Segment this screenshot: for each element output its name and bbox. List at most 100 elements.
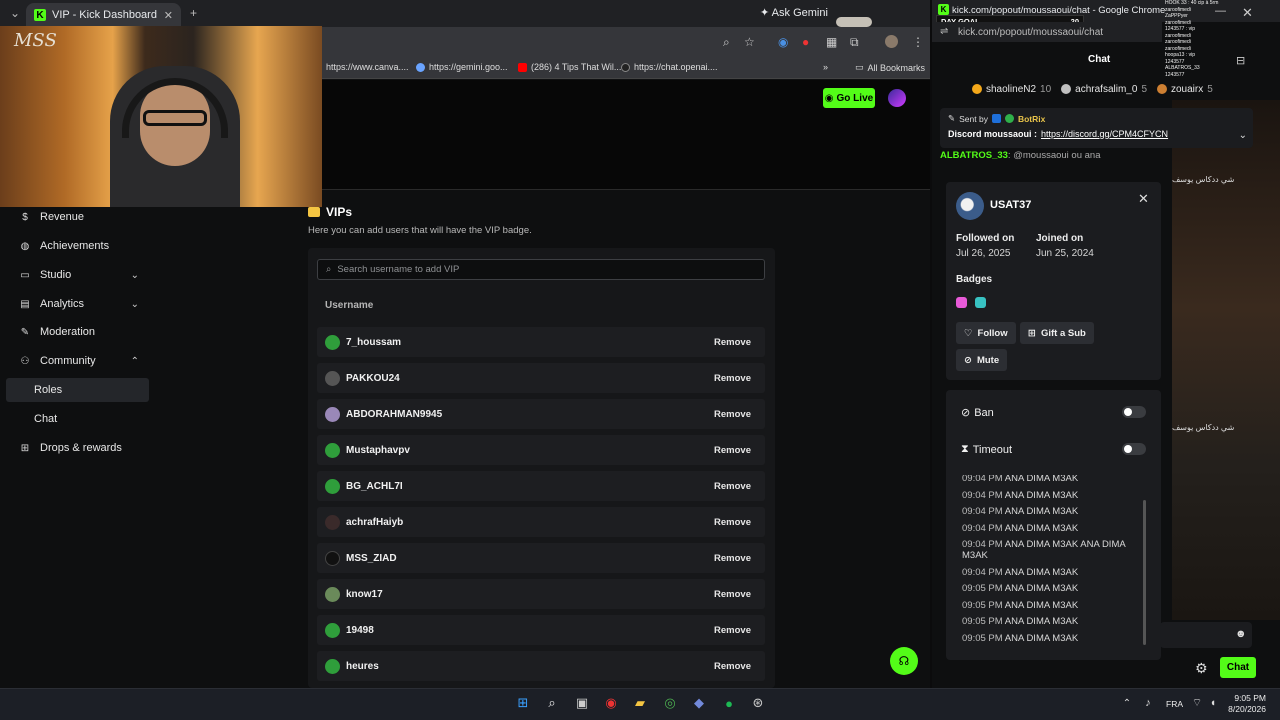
mute-button[interactable]: ⊘ Mute — [956, 349, 1008, 371]
search-icon: ⌕ — [326, 264, 332, 275]
sidebar-item-roles[interactable]: Roles — [6, 378, 149, 402]
tab-kick-dashboard[interactable]: K VIP - Kick Dashboard ✕ — [26, 3, 181, 27]
message-text: ANA DIMA M3AK — [1004, 583, 1079, 594]
sidebar-item-community[interactable]: ⚇ Community ⌃ — [6, 349, 149, 373]
chrome-icon[interactable]: ◎ — [661, 694, 679, 712]
microphone-icon[interactable]: ♪ — [1139, 694, 1157, 712]
tray-overflow-icon[interactable]: ⌃ — [1118, 694, 1136, 712]
message-time: 09:04 PM — [962, 475, 1003, 484]
leader-entry[interactable]: achrafsalim_0 5 — [1061, 84, 1147, 95]
vip-username: MSS_ZIAD — [346, 552, 397, 564]
bot-badge-icon — [991, 114, 1001, 123]
vip-search-input[interactable]: ⌕ Search username to add VIP — [317, 259, 765, 280]
list-item: 09:05 PM ANA DIMA M3AK — [956, 583, 1146, 594]
sidebar-item-chat[interactable]: Chat — [6, 407, 149, 431]
webcam-overlay: MSS — [0, 26, 322, 207]
site-settings-icon[interactable]: ⇌ — [940, 26, 948, 37]
bookmark-openai[interactable]: https://chat.openai.... — [621, 62, 718, 72]
sidebar-item-label: Analytics — [40, 298, 85, 310]
new-tab-icon[interactable]: + — [190, 6, 197, 20]
windows-start-icon[interactable]: ⊞ — [514, 694, 532, 712]
discord-icon[interactable]: ◆ — [690, 694, 708, 712]
webcam-logo: MSS — [14, 30, 57, 51]
steam-icon[interactable]: ⊛ — [749, 694, 767, 712]
avatar[interactable] — [888, 89, 906, 107]
timeout-toggle[interactable] — [1122, 443, 1146, 455]
volume-icon[interactable]: ◖ — [1204, 694, 1222, 712]
remove-button[interactable]: Remove — [714, 589, 751, 600]
remove-button[interactable]: Remove — [714, 481, 751, 492]
remove-button[interactable]: Remove — [714, 409, 751, 420]
remove-button[interactable]: Remove — [714, 337, 751, 348]
ban-toggle[interactable] — [1122, 406, 1146, 418]
bookmark-canva[interactable]: https://www.canva.... — [326, 62, 409, 72]
wrench-icon: ✎ — [20, 326, 30, 338]
chat-title: Chat — [1088, 54, 1111, 65]
task-view-icon[interactable]: ▣ — [573, 694, 591, 712]
sidebar-item-drops[interactable]: ⊞ Drops & rewards — [6, 436, 149, 460]
go-live-button[interactable]: ◉ Go Live — [823, 88, 875, 108]
sidebar-item-moderation[interactable]: ✎ Moderation — [6, 320, 149, 344]
sidebar-item-label: Studio — [40, 269, 72, 281]
remove-button[interactable]: Remove — [714, 625, 751, 636]
chat-username[interactable]: ALBATROS_33 — [940, 150, 1008, 161]
chat-send-button[interactable]: Chat — [1220, 657, 1256, 678]
support-chat-button[interactable]: ☊ — [890, 647, 918, 675]
emoji-icon[interactable]: ☻ — [1235, 628, 1247, 640]
sidebar-item-label: Achievements — [40, 240, 110, 252]
pinned-message[interactable]: ✎ Sent by BotRix Discord moussaoui : htt… — [940, 108, 1253, 148]
pinned-sent-by: Sent by — [959, 113, 988, 124]
remove-button[interactable]: Remove — [714, 373, 751, 384]
remove-button[interactable]: Remove — [714, 661, 751, 672]
sidebar-item-analytics[interactable]: ▤ Analytics ⌄ — [6, 292, 149, 316]
clock[interactable]: 9:05 PM 8/20/2026 — [1224, 693, 1266, 715]
dollar-icon: $ — [22, 211, 28, 223]
app-icon[interactable]: ◉ — [602, 694, 620, 712]
tab-search-icon[interactable]: ⌄ — [10, 6, 20, 20]
remove-button[interactable]: Remove — [714, 517, 751, 528]
all-bookmarks[interactable]: ▭ All Bookmarks — [855, 62, 925, 73]
remove-button[interactable]: Remove — [714, 553, 751, 564]
menu-icon[interactable]: ⋮ — [912, 35, 924, 49]
puzzle-icon[interactable]: ⧉ — [850, 35, 859, 50]
message-time: 09:05 PM — [962, 599, 1003, 611]
avatar — [325, 442, 340, 458]
search-icon[interactable]: ⌕ — [723, 35, 730, 50]
list-item: 09:04 PM ANA DIMA M3AK — [956, 523, 1146, 534]
tab-close-icon[interactable]: ✕ — [164, 9, 173, 22]
gift-sub-button[interactable]: ⊞ Gift a Sub — [1020, 322, 1094, 344]
ask-gemini-button[interactable]: ✦ Ask Gemini — [760, 6, 828, 19]
tab-title: VIP - Kick Dashboard — [52, 9, 157, 21]
youtube-icon — [518, 62, 527, 72]
leader-count: 10 — [1040, 83, 1052, 95]
extension-icon[interactable]: ◉ — [778, 35, 788, 49]
expand-icon[interactable]: ⌄ — [1239, 130, 1247, 141]
profile-icon[interactable] — [885, 35, 898, 48]
chat-side-text: شي ددكاس يوسف — [1172, 423, 1235, 432]
bookmark-gemini[interactable]: https://gemini.goo... — [416, 62, 508, 72]
gear-icon[interactable]: ⚙ — [1195, 660, 1208, 677]
search-icon[interactable]: ⌕ — [543, 694, 561, 712]
leader-entry[interactable]: zouairx 5 — [1157, 84, 1213, 95]
leader-entry[interactable]: shaolineN2 10 — [972, 84, 1051, 95]
folder-icon[interactable]: ▰ — [631, 694, 649, 712]
bookmarks-overflow-icon[interactable]: » — [823, 62, 828, 72]
discord-link[interactable]: https://discord.gg/CPM4CFYCN — [1041, 129, 1168, 139]
language-indicator[interactable]: FRA — [1166, 699, 1183, 709]
star-icon[interactable]: ☆ — [744, 35, 755, 49]
globe-icon: ◍ — [20, 240, 30, 252]
sidebar-item-studio[interactable]: ▭ Studio ⌄ — [6, 263, 149, 287]
adblock-icon[interactable]: ● — [802, 35, 809, 49]
remove-button[interactable]: Remove — [714, 445, 751, 456]
follow-button[interactable]: ♡ Follow — [956, 322, 1016, 344]
bookmark-youtube[interactable]: (286) 4 Tips That Wil... — [518, 62, 621, 72]
monitor-icon: ▭ — [20, 269, 30, 281]
close-icon[interactable]: ✕ — [1138, 191, 1149, 207]
sidebar-item-revenue[interactable]: $ Revenue — [6, 205, 149, 229]
avatar — [325, 406, 340, 422]
spotify-icon[interactable]: ● — [720, 694, 738, 712]
extension-icon[interactable]: ▦ — [826, 35, 837, 49]
live-icon: ◉ — [824, 92, 834, 104]
message-scrollbar[interactable] — [1143, 500, 1146, 645]
sidebar-item-achievements[interactable]: ◍ Achievements — [6, 234, 149, 258]
